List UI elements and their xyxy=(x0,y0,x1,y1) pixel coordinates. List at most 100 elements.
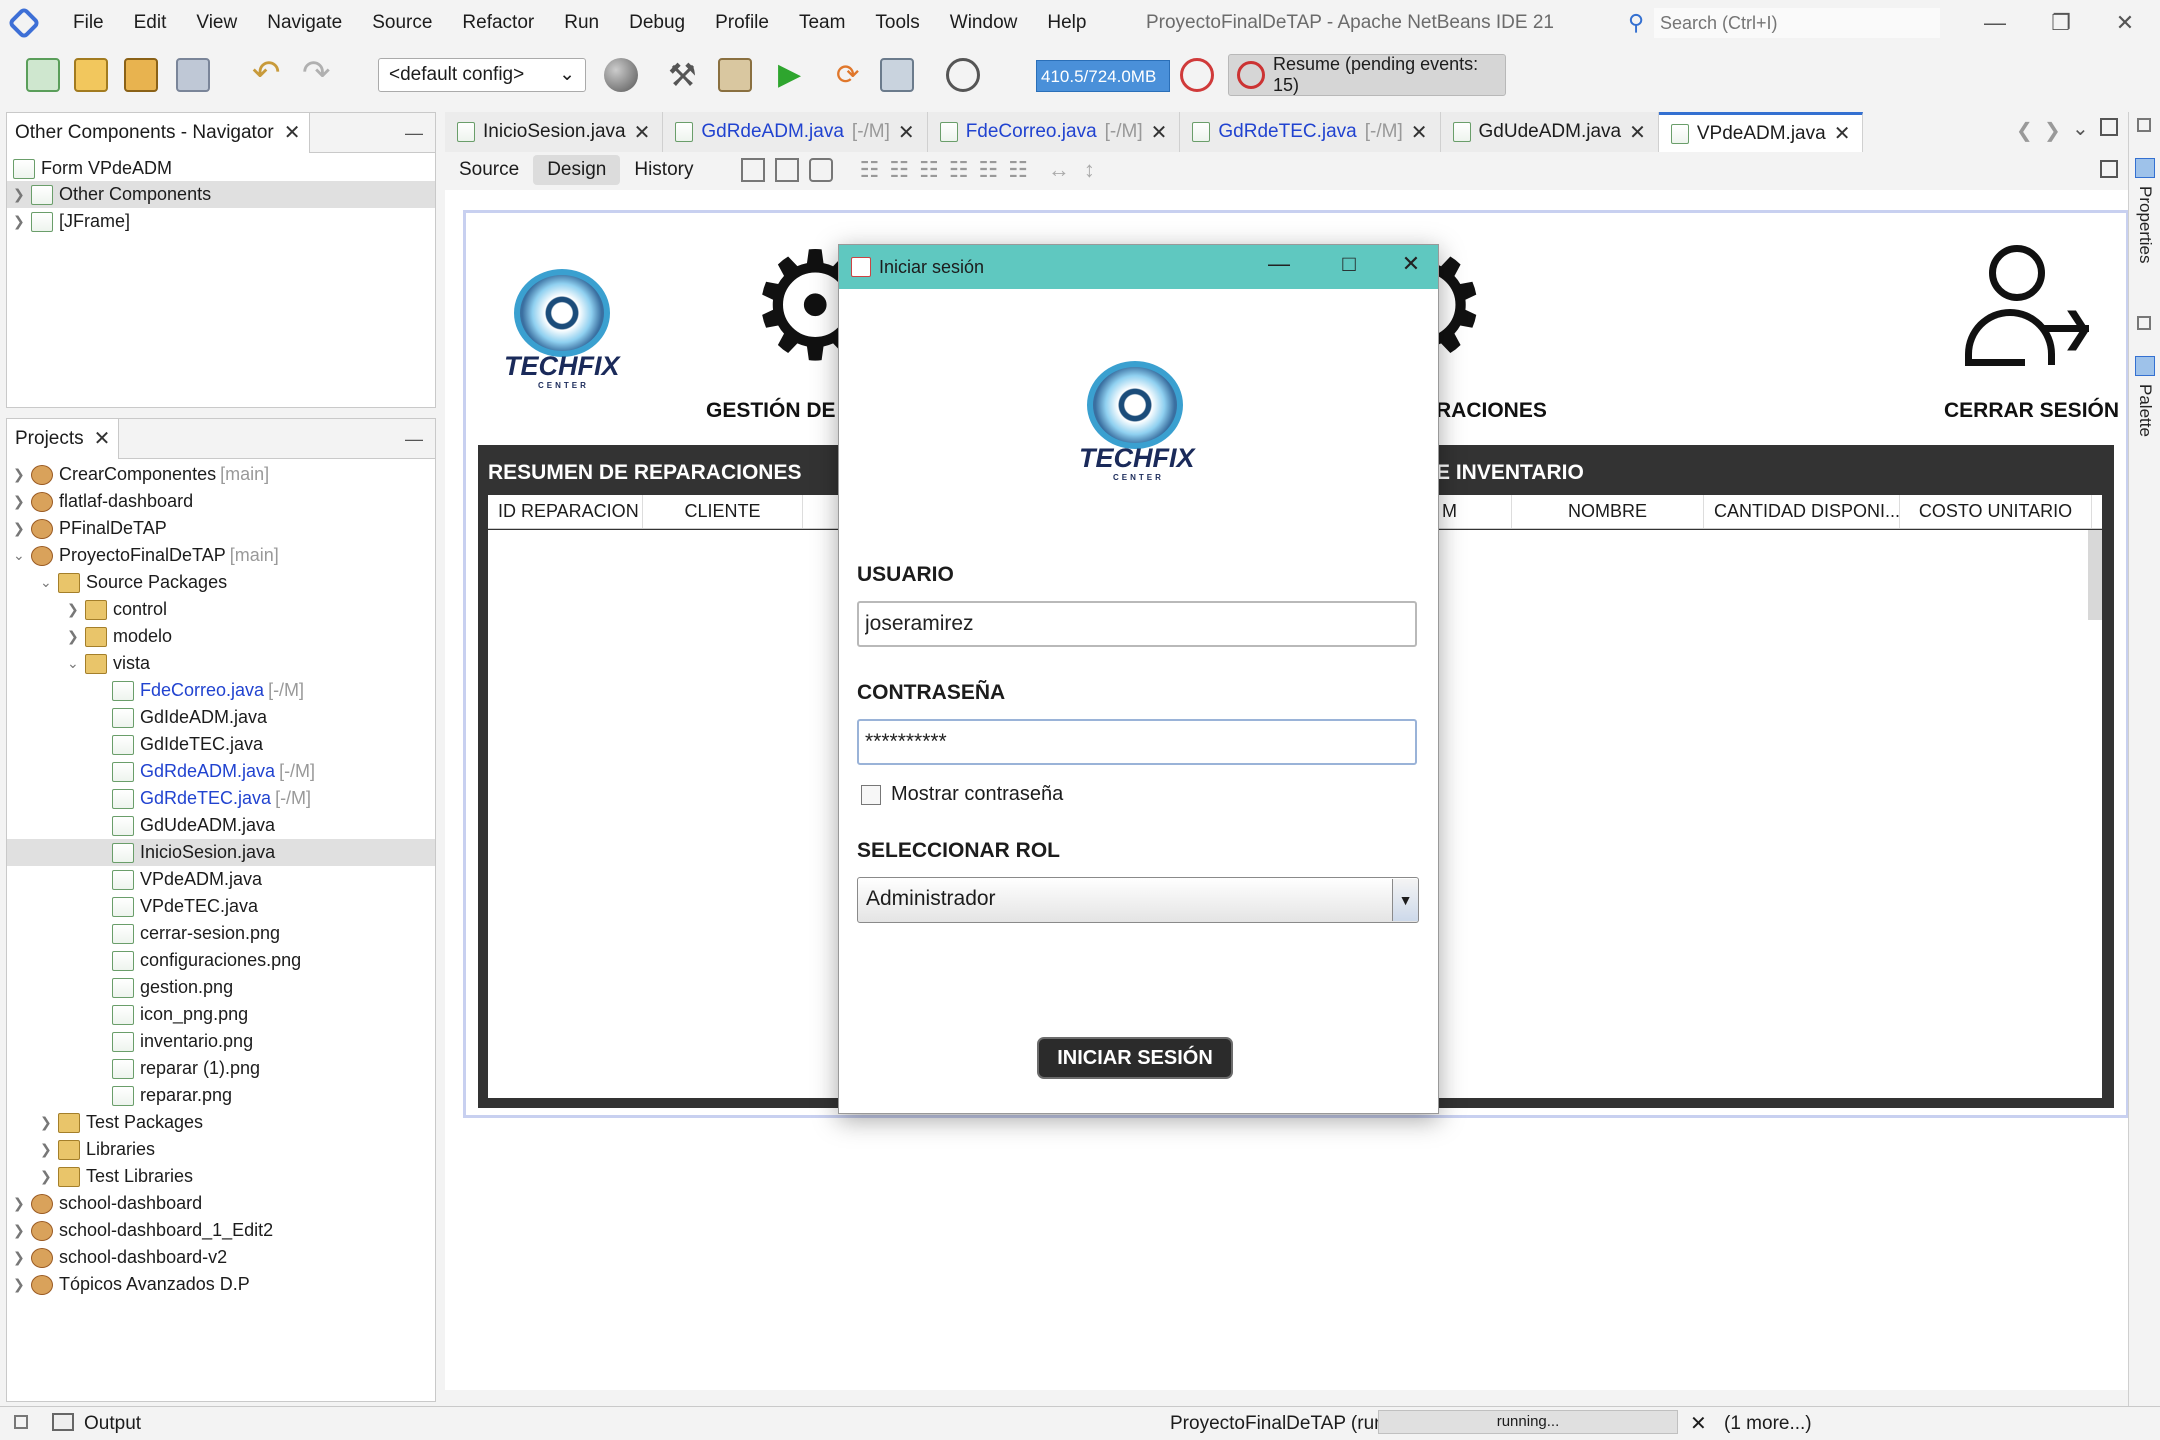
project-tree-item[interactable]: ❯ Tópicos Avanzados D.P xyxy=(7,1271,435,1298)
dialog-close-button[interactable]: ✕ xyxy=(1391,251,1431,277)
restore-output-icon[interactable] xyxy=(14,1415,28,1429)
project-tree-item[interactable]: VPdeADM.java xyxy=(7,866,435,893)
subtab-design[interactable]: Design xyxy=(533,155,621,185)
profile-icon[interactable] xyxy=(880,58,914,92)
chevron-right-icon[interactable]: ❯ xyxy=(40,1168,58,1185)
close-icon[interactable]: ✕ xyxy=(898,120,915,145)
connection-mode-icon[interactable] xyxy=(775,158,800,182)
subtab-source[interactable]: Source xyxy=(445,155,533,185)
tab-list-icon[interactable]: ⌄ xyxy=(2072,116,2089,141)
cancel-task-icon[interactable]: ✕ xyxy=(1690,1411,1707,1436)
close-icon[interactable]: ✕ xyxy=(94,426,111,451)
project-tree-item[interactable]: GdRdeADM.java [-/M] xyxy=(7,758,435,785)
project-tree-item[interactable]: ❯ Test Libraries xyxy=(7,1163,435,1190)
tab-scroll-left-icon[interactable]: ❮ xyxy=(2016,118,2033,143)
redo-icon[interactable]: ↷ xyxy=(302,56,336,92)
project-tree-item[interactable]: cerrar-sesion.png xyxy=(7,920,435,947)
project-tree-item[interactable]: VPdeTEC.java xyxy=(7,893,435,920)
palette-grid-icon[interactable] xyxy=(2100,160,2118,178)
resize-vertical-icon[interactable]: ↕ xyxy=(1084,157,1095,183)
chevron-down-icon[interactable]: ⌄ xyxy=(67,655,85,672)
project-tree-item[interactable]: configuraciones.png xyxy=(7,947,435,974)
caret-down-icon[interactable]: ▼ xyxy=(1392,879,1418,921)
chevron-right-icon[interactable]: ❯ xyxy=(13,493,31,510)
configuraciones-gear-icon[interactable]: ⚙ xyxy=(1436,241,1496,371)
project-tree-item[interactable]: GdIdeTEC.java xyxy=(7,731,435,758)
browser-icon[interactable] xyxy=(604,58,638,92)
tab-fdecorreo[interactable]: FdeCorreo.java [-/M] ✕ xyxy=(927,112,1181,152)
chevron-right-icon[interactable]: ❯ xyxy=(13,1276,31,1293)
close-icon[interactable]: ✕ xyxy=(1629,120,1646,145)
dialog-titlebar[interactable]: Iniciar sesión — □ ✕ xyxy=(839,245,1438,289)
align-top-icon[interactable]: ☷ xyxy=(949,157,969,183)
selection-mode-icon[interactable] xyxy=(741,158,766,182)
align-center-icon[interactable]: ☷ xyxy=(919,157,939,183)
col-item[interactable]: M xyxy=(1432,495,1512,528)
tab-vpdeadm[interactable]: VPdeADM.java ✕ xyxy=(1658,112,1864,152)
debug-icon[interactable]: ⟳ xyxy=(836,58,870,92)
restore-window-button[interactable]: ❐ xyxy=(2036,6,2086,40)
minimize-window-button[interactable]: — xyxy=(1970,6,2020,40)
table-scrollbar[interactable] xyxy=(2088,530,2102,620)
project-tree-item[interactable]: ❯ control xyxy=(7,596,435,623)
chevron-right-icon[interactable]: ❯ xyxy=(13,1222,31,1239)
project-tree-item[interactable]: ⌄ ProyectoFinalDeTAP [main] xyxy=(7,542,435,569)
project-tree-item[interactable]: gestion.png xyxy=(7,974,435,1001)
chevron-down-icon[interactable]: ⌄ xyxy=(40,574,58,591)
chevron-down-icon[interactable]: ⌄ xyxy=(13,547,31,564)
projects-tab[interactable]: Projects ✕ xyxy=(7,418,120,459)
subtab-history[interactable]: History xyxy=(620,155,707,185)
menu-view[interactable]: View xyxy=(181,12,252,34)
chevron-right-icon[interactable]: ❯ xyxy=(13,213,31,230)
gc-icon[interactable] xyxy=(1180,58,1214,92)
profiler-icon[interactable] xyxy=(946,58,980,92)
properties-icon[interactable] xyxy=(2135,158,2155,178)
chevron-right-icon[interactable]: ❯ xyxy=(67,601,85,618)
project-tree-item[interactable]: ⌄ Source Packages xyxy=(7,569,435,596)
project-tree-item[interactable]: ⌄ vista xyxy=(7,650,435,677)
project-tree-item[interactable]: ❯ Libraries xyxy=(7,1136,435,1163)
project-tree-item[interactable]: reparar.png xyxy=(7,1082,435,1109)
chevron-right-icon[interactable]: ❯ xyxy=(13,466,31,483)
nav-item-other-components[interactable]: ❯ Other Components xyxy=(7,181,435,208)
resume-button[interactable]: Resume (pending events: 15) xyxy=(1228,54,1506,96)
palette-icon[interactable] xyxy=(2135,356,2155,376)
project-tree-item[interactable]: ❯ CrearComponentes [main] xyxy=(7,461,435,488)
menu-profile[interactable]: Profile xyxy=(700,12,784,34)
col-nombre[interactable]: NOMBRE xyxy=(1512,495,1704,528)
menu-debug[interactable]: Debug xyxy=(614,12,700,34)
chevron-right-icon[interactable]: ❯ xyxy=(13,1249,31,1266)
align-bottom-icon[interactable]: ☷ xyxy=(978,157,998,183)
project-tree-item[interactable]: InicioSesion.java xyxy=(7,839,435,866)
undo-icon[interactable]: ↶ xyxy=(252,56,286,92)
col-id-reparacion[interactable]: ID REPARACION xyxy=(488,495,643,528)
run-progress-bar[interactable]: running... xyxy=(1378,1410,1678,1434)
restore-panel-icon[interactable] xyxy=(2137,316,2151,330)
more-tasks-link[interactable]: (1 more...) xyxy=(1724,1413,1812,1435)
save-all-icon[interactable] xyxy=(176,58,210,92)
nav-item-jframe[interactable]: ❯ [JFrame] xyxy=(13,208,130,235)
tab-scroll-right-icon[interactable]: ❯ xyxy=(2044,118,2061,143)
align-middle-icon[interactable]: ☷ xyxy=(1008,157,1028,183)
properties-tab[interactable]: Properties xyxy=(2135,186,2155,263)
preview-design-icon[interactable] xyxy=(809,158,834,182)
tab-iniciosesion[interactable]: InicioSesion.java ✕ xyxy=(445,112,664,152)
show-password-checkbox[interactable]: Mostrar contraseña xyxy=(861,783,1063,806)
tab-gdrdetec[interactable]: GdRdeTEC.java [-/M] ✕ xyxy=(1180,112,1441,152)
project-tree-item[interactable]: inventario.png xyxy=(7,1028,435,1055)
project-tree-item[interactable]: ❯ flatlaf-dashboard xyxy=(7,488,435,515)
gestion-gear-icon[interactable]: ⚙ xyxy=(748,231,882,381)
dialog-maximize-button[interactable]: □ xyxy=(1329,251,1369,277)
menu-help[interactable]: Help xyxy=(1032,12,1101,34)
nav-item-form[interactable]: Form VPdeADM xyxy=(13,155,172,182)
project-tree-item[interactable]: ❯ Test Packages xyxy=(7,1109,435,1136)
logout-icon[interactable]: ❯ xyxy=(1961,241,2095,371)
open-project-icon[interactable] xyxy=(124,58,158,92)
menu-refactor[interactable]: Refactor xyxy=(447,12,549,34)
chevron-right-icon[interactable]: ❯ xyxy=(13,186,31,203)
project-tree-item[interactable]: ❯ school-dashboard-v2 xyxy=(7,1244,435,1271)
memory-indicator[interactable]: 410.5/724.0MB xyxy=(1036,60,1170,92)
login-button[interactable]: INICIAR SESIÓN xyxy=(1037,1037,1233,1079)
palette-tab[interactable]: Palette xyxy=(2135,384,2155,437)
reparaciones-table-body[interactable] xyxy=(488,530,868,1098)
